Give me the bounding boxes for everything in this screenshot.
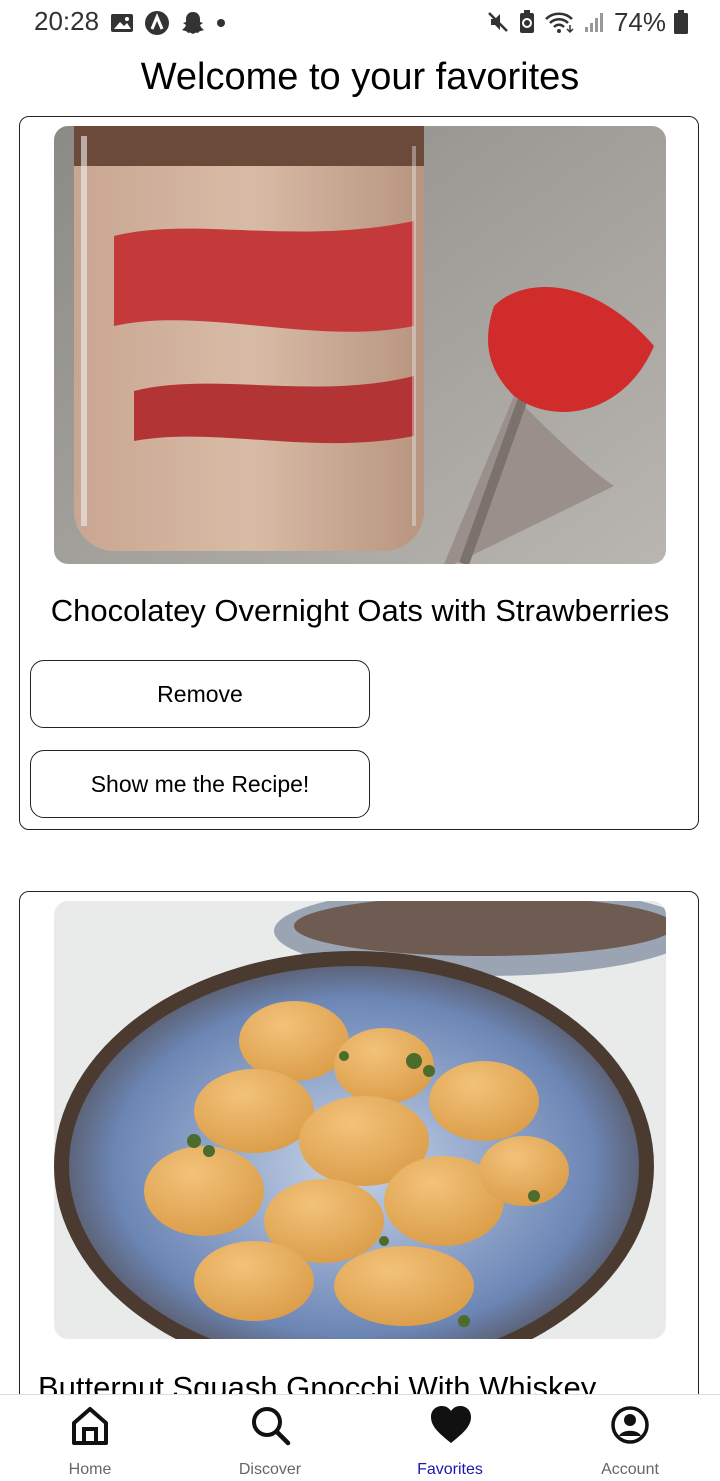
snapchat-icon [182,12,204,34]
nav-discover-label: Discover [238,1461,302,1478]
favorite-card: Chocolatey Overnight Oats with Strawberr… [19,116,699,830]
remove-button[interactable]: Remove [30,660,370,728]
show-recipe-button[interactable]: Show me the Recipe! [30,750,370,818]
a-circle-icon [145,11,169,35]
recipe-title: Chocolatey Overnight Oats with Strawberr… [50,593,670,628]
notification-icons [110,10,226,36]
signal-icon [584,13,603,32]
status-bar: 20:28 74% [0,0,720,46]
recipe-image-overnight-oats[interactable] [54,126,666,564]
status-time: 20:28 [34,6,100,36]
battery-icon [674,10,688,34]
nav-home-label: Home [68,1461,112,1478]
recipe-title: Butternut Squash Gnocchi With Whiskey [38,1370,597,1394]
bottom-navigation: Home Discover Favorites Account [0,1394,720,1481]
battery-percentage: 74% [613,6,666,37]
favorites-list[interactable]: 20:28 74% Welcome to your favorites Choc… [0,0,720,1394]
home-icon [72,1407,108,1445]
wifi-icon [545,12,574,34]
mute-icon [488,12,508,32]
system-icons: 74% [486,6,688,38]
recipe-image-gnocchi[interactable] [54,901,666,1339]
nav-favorites-label: Favorites [417,1461,483,1478]
gallery-icon [111,14,133,32]
dot-icon [217,19,225,27]
nav-discover[interactable]: Discover [180,1395,360,1481]
nav-favorites[interactable]: Favorites [360,1395,540,1481]
account-icon [611,1406,649,1444]
nav-home[interactable]: Home [0,1395,180,1481]
nav-account-label: Account [601,1461,659,1478]
heart-icon [431,1406,471,1443]
nav-account[interactable]: Account [540,1395,720,1481]
battery-saver-icon [519,10,534,33]
favorite-card: Butternut Squash Gnocchi With Whiskey [19,891,699,1394]
page-title: Welcome to your favorites [140,56,580,98]
search-icon [252,1407,291,1446]
